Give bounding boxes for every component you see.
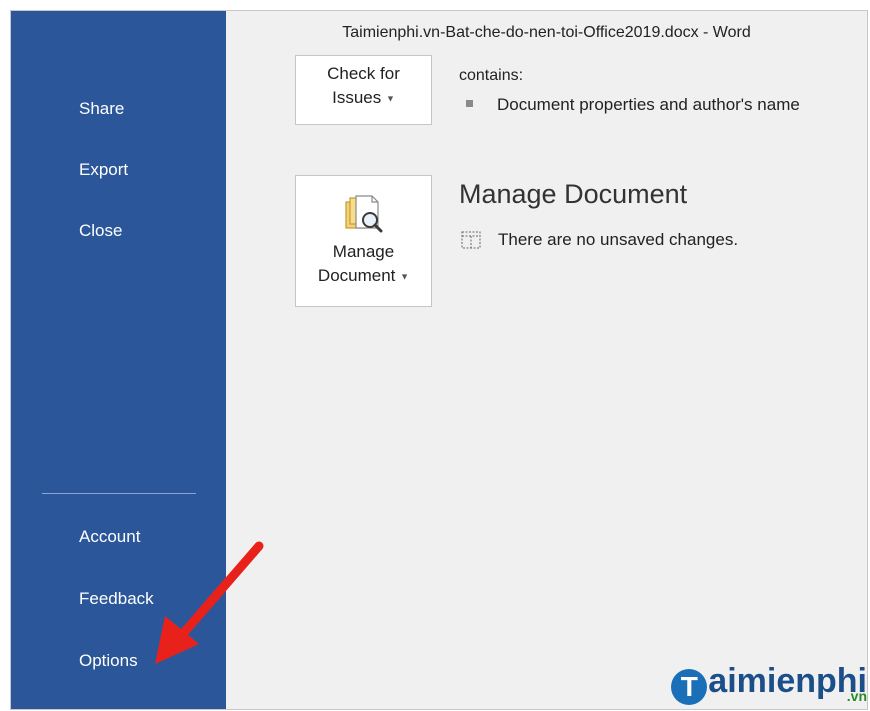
author-properties-item: Document properties and author's name [497,95,800,114]
manage-document-button[interactable]: Manage Document ▼ [295,175,432,307]
nav-share[interactable]: Share [79,99,124,119]
taimienphi-watermark-logo: Taimienphi .vn [671,662,867,705]
check-issues-label-line1: Check for [327,64,400,83]
manage-document-label-line1: Manage [332,242,395,261]
nav-export[interactable]: Export [79,160,128,180]
nav-account[interactable]: Account [79,527,140,547]
backstage-window: Share Export Close Account Feedback Opti… [10,10,868,710]
nav-close[interactable]: Close [79,221,122,241]
dropdown-caret-icon: ▼ [385,93,395,104]
watermark-text: aimienphi [708,662,867,700]
window-title: Taimienphi.vn-Bat-che-do-nen-toi-Office2… [342,24,751,41]
contains-label: contains: [459,67,524,84]
sidebar-divider [42,493,196,494]
bullet-square-icon [466,100,473,107]
manage-document-icon [296,194,431,240]
check-for-issues-button[interactable]: Check for Issues ▼ [295,55,432,125]
unsaved-changes-status: There are no unsaved changes. [498,230,739,249]
dropdown-caret-icon: ▼ [400,271,410,282]
watermark-suffix: .vn [846,688,867,704]
manage-document-label-line2: Document [317,266,396,285]
watermark-letter: T [671,669,708,705]
nav-options[interactable]: Options [79,651,138,671]
nav-feedback[interactable]: Feedback [79,589,154,609]
manage-document-heading: Manage Document [459,179,688,209]
red-arrow-annotation [155,541,264,664]
check-issues-label-line2: Issues [332,88,382,107]
unsaved-changes-icon [461,231,481,254]
